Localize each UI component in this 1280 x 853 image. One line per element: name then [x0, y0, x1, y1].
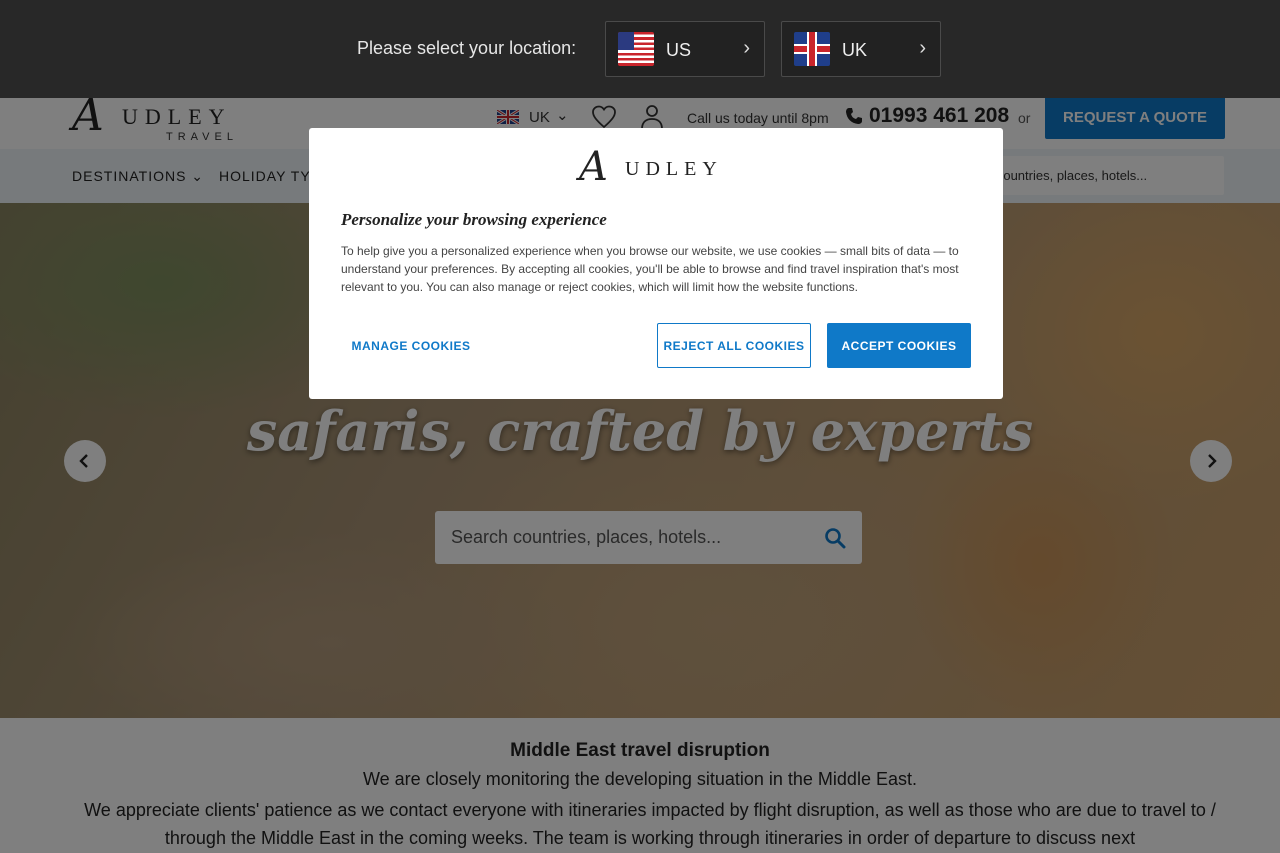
cookie-consent-modal: A UDLEY Personalize your browsing experi… — [309, 128, 1003, 399]
modal-logo-script-letter: A — [579, 144, 608, 190]
chevron-right-icon: › — [919, 37, 926, 59]
uk-flag-icon — [794, 32, 830, 66]
location-bar: Please select your location: US › UK › — [0, 0, 1280, 98]
location-uk-button[interactable]: UK › — [781, 21, 941, 77]
manage-cookies-button[interactable]: MANAGE COOKIES — [341, 324, 481, 368]
location-uk-label: UK — [842, 40, 868, 60]
location-us-label: US — [666, 40, 692, 60]
us-flag-icon — [618, 32, 654, 66]
modal-logo-wordmark: UDLEY — [625, 158, 723, 180]
modal-text: To help give you a personalized experien… — [341, 244, 959, 294]
location-label: Please select your location: — [357, 38, 577, 58]
modal-title: Personalize your browsing experience — [341, 210, 607, 229]
modal-audley-logo: A UDLEY — [579, 144, 739, 194]
reject-all-cookies-button[interactable]: REJECT ALL COOKIES — [657, 323, 811, 368]
chevron-right-icon: › — [743, 37, 750, 59]
location-us-button[interactable]: US › — [605, 21, 765, 77]
accept-cookies-button[interactable]: ACCEPT COOKIES — [827, 323, 971, 368]
